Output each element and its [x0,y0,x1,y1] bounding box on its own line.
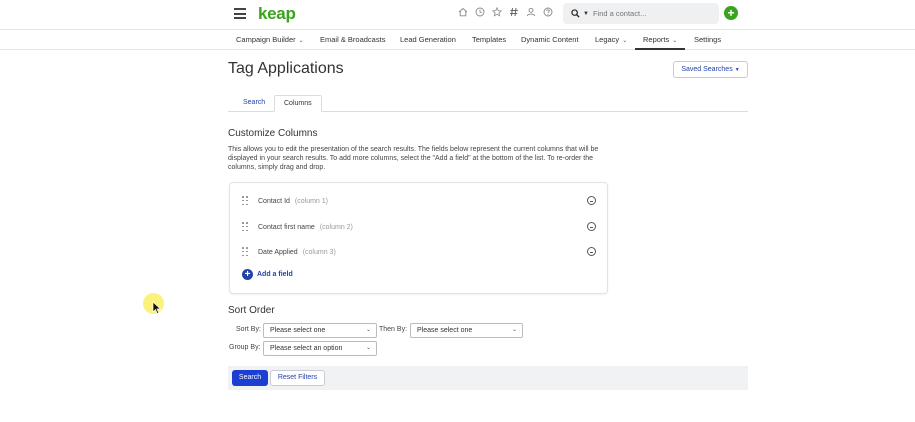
remove-column-icon[interactable] [587,247,596,256]
chevron-down-icon: ⌄ [511,327,517,333]
search-button[interactable]: Search [232,370,268,386]
mouse-pointer-icon [152,301,162,315]
tab-bar: Search Columns [228,94,748,112]
sort-by-select[interactable]: Please select one ⌄ [263,323,377,338]
customize-columns-description: This allows you to edit the presentation… [228,146,599,172]
page-title: Tag Applications [228,60,344,77]
drag-handle-icon[interactable] [242,222,248,232]
help-icon[interactable] [543,7,553,17]
nav-templates[interactable]: Templates [472,30,506,50]
chevron-down-icon: ⌄ [622,38,628,44]
add-field-button[interactable]: + Add a field [242,269,293,280]
chevron-down-icon: ⌄ [672,38,678,44]
column-position: (column 3) [302,248,336,256]
find-contact-input[interactable] [592,9,713,18]
drag-handle-icon[interactable] [242,196,248,206]
drag-handle-icon[interactable] [242,247,248,257]
column-position: (column 2) [319,223,353,231]
nav-settings[interactable]: Settings [694,30,721,50]
group-by-select[interactable]: Please select an option ⌄ [263,341,377,356]
then-by-select[interactable]: Please select one ⌄ [410,323,523,338]
column-name: Date Applied [258,248,298,256]
plus-circle-icon: + [242,269,253,280]
group-by-label: Group By: [229,344,261,351]
sort-by-label: Sort By: [236,326,261,333]
tab-search[interactable]: Search [234,95,274,112]
column-position: (column 1) [294,197,328,205]
reset-filters-button[interactable]: Reset Filters [270,370,325,386]
saved-searches-button[interactable]: Saved Searches ▼ [673,61,748,78]
top-icon-group [458,7,553,17]
remove-column-icon[interactable] [587,222,596,231]
nav-reports[interactable]: Reports ⌄ [635,30,685,50]
column-name: Contact Id [258,197,290,205]
nav-campaign-builder[interactable]: Campaign Builder ⌄ [236,30,304,50]
tab-columns[interactable]: Columns [274,95,322,112]
column-name: Contact first name [258,223,315,231]
action-bar: Search Reset Filters [228,366,748,390]
main-nav: Campaign Builder ⌄ Email & Broadcasts Lea… [0,29,915,50]
search-type-caret-icon[interactable]: ▼ [583,11,589,17]
chevron-down-icon: ⌄ [365,345,371,351]
nav-lead-generation[interactable]: Lead Generation [400,30,456,50]
column-item[interactable]: Contact first name (column 2) [242,221,596,233]
quick-add-plus-icon[interactable]: + [724,6,738,20]
search-icon[interactable] [563,3,583,24]
home-icon[interactable] [458,7,468,17]
chevron-down-icon: ▼ [734,67,740,73]
star-icon[interactable] [492,7,502,17]
remove-column-icon[interactable] [587,196,596,205]
keap-logo[interactable]: keap [258,4,296,24]
chevron-down-icon: ⌄ [365,327,371,333]
person-icon[interactable] [526,7,536,17]
column-item[interactable]: Contact Id (column 1) [242,195,596,207]
hamburger-menu-icon[interactable] [234,8,246,19]
top-bar: keap ▼ + [0,0,915,29]
then-by-label: Then By: [379,326,408,333]
columns-list: Contact Id (column 1) Contact first name… [229,182,608,294]
column-item[interactable]: Date Applied (column 3) [242,246,596,258]
nav-email-broadcasts[interactable]: Email & Broadcasts [320,30,385,50]
sort-order-title: Sort Order [228,305,275,316]
chevron-down-icon: ⌄ [298,38,304,44]
customize-columns-title: Customize Columns [228,128,318,139]
hash-icon[interactable] [509,7,519,17]
nav-dynamic-content[interactable]: Dynamic Content [521,30,579,50]
nav-legacy[interactable]: Legacy ⌄ [595,30,627,50]
contact-search: ▼ [563,3,719,24]
clock-icon[interactable] [475,7,485,17]
